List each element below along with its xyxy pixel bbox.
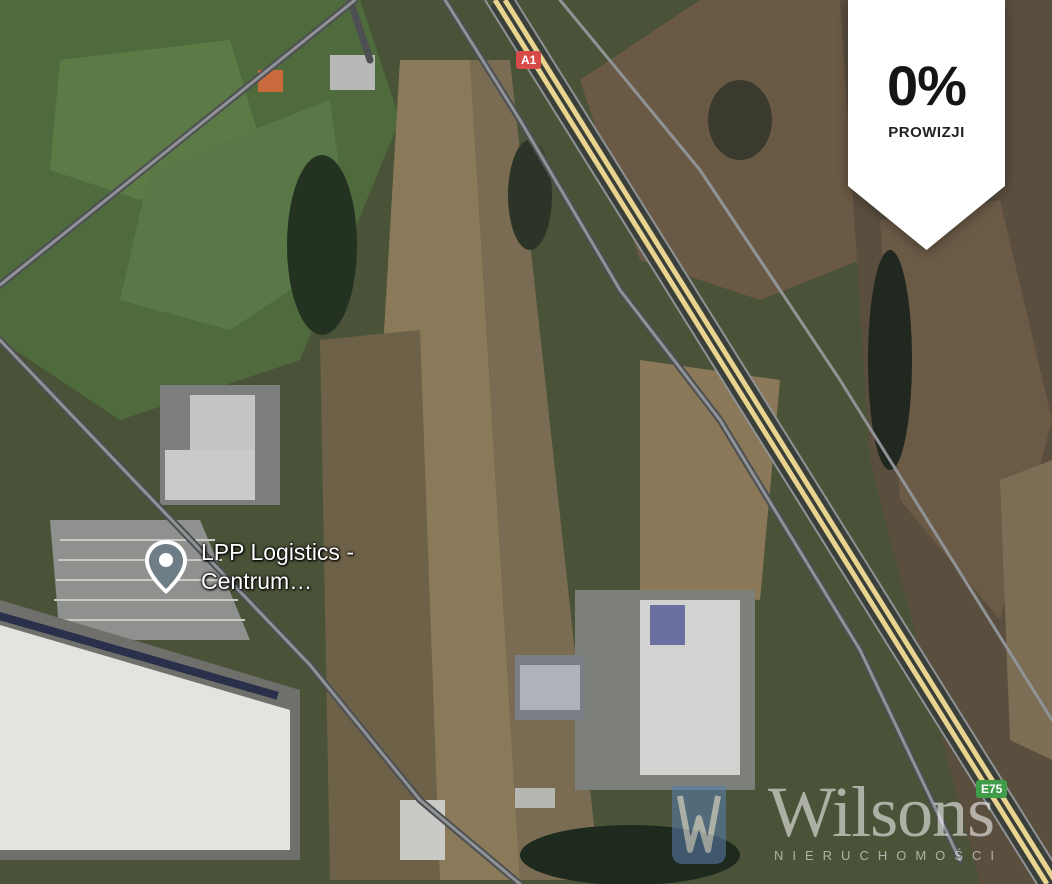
promo-badge: 0% PROWIZJI <box>848 0 1005 250</box>
badge-caption: PROWIZJI <box>888 124 965 141</box>
road-shield-a1: A1 <box>516 51 542 69</box>
poi-label[interactable]: LPP Logistics - Centrum… <box>201 538 354 596</box>
watermark-tagline: NIERUCHOMOŚCI <box>774 848 1003 863</box>
poi-marker-lpp-logistics[interactable]: LPP Logistics - Centrum… <box>143 538 354 596</box>
poi-label-line1: LPP Logistics - <box>201 539 354 565</box>
badge-headline: 0% <box>887 54 967 117</box>
poi-label-line2: Centrum… <box>201 568 313 594</box>
satellite-map[interactable]: A1 E75 LPP Logistics - Centrum… 0% PROWI… <box>0 0 1052 884</box>
watermark-brand: Wilsons <box>768 772 995 852</box>
wilsons-watermark: Wilsons NIERUCHOMOŚCI <box>664 772 1044 878</box>
location-pin-icon <box>145 540 187 594</box>
wilsons-logo-icon <box>672 786 726 864</box>
